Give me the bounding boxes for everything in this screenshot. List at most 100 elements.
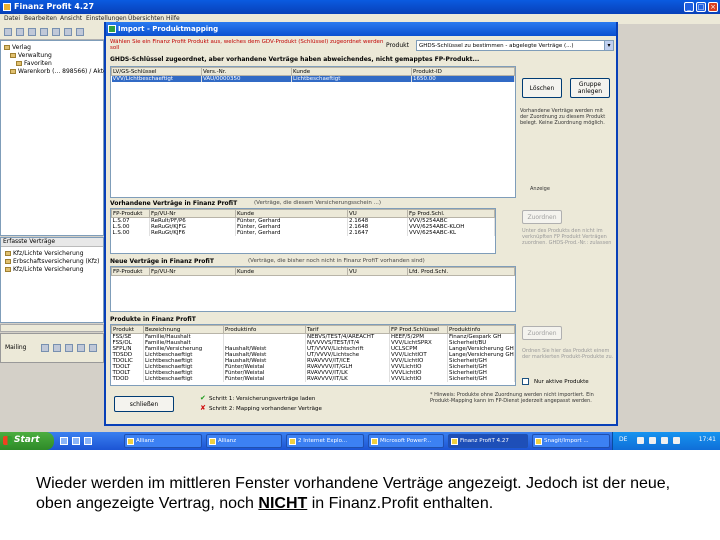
tree-item[interactable]: Warenkorb (... 898566) / Akte: [10, 68, 107, 75]
dialog-titlebar[interactable]: Import - Produktmapping: [106, 22, 616, 36]
taskbar-item[interactable]: Snagit/Import ...: [532, 434, 610, 448]
column-header[interactable]: FP Prod.Schlüssel: [389, 325, 448, 334]
column-header[interactable]: Bezeichnung: [143, 325, 224, 334]
taskbar-item-active[interactable]: Finanz ProfiT 4.27: [448, 434, 528, 448]
document-icon: [5, 267, 11, 272]
taskbar-item[interactable]: Microsoft PowerP...: [368, 434, 444, 448]
main-window-titlebar[interactable]: Finanz Profit 4.27 _ □ ×: [0, 0, 720, 14]
grid-existing-contracts[interactable]: FP-Produkt Fp/VU-Nr Kunde VU Fp Prod.Sch…: [110, 208, 496, 254]
help-icon[interactable]: [76, 28, 84, 36]
grid-mapped-contracts[interactable]: LV/GS-Schlüssel Vers.-Nr. Kunde Produkt-…: [110, 66, 516, 198]
import-icon: [108, 25, 116, 33]
column-header[interactable]: LV/GS-Schlüssel: [111, 67, 202, 76]
tree-item[interactable]: Verlag: [4, 44, 31, 51]
menu-hilfe[interactable]: Hilfe: [166, 15, 180, 22]
taskbar-item[interactable]: 2 Internet Explo...: [286, 434, 364, 448]
close-dialog-button[interactable]: schließen: [114, 396, 174, 412]
clock: 17:41: [698, 436, 716, 443]
active-products-checkbox[interactable]: [522, 378, 529, 385]
grid-icon[interactable]: [77, 344, 85, 352]
table-row[interactable]: VVV/Lichtbeschaeftigt VAU/0000350 Lichtb…: [111, 75, 515, 82]
save-icon[interactable]: [28, 28, 36, 36]
product-select[interactable]: GHDS-Schlüssel zu bestimmen - abgelegte …: [416, 40, 614, 51]
refresh-icon[interactable]: [64, 28, 72, 36]
column-header[interactable]: Kunde: [235, 267, 348, 276]
import-dialog: Import - Produktmapping Wählen Sie ein F…: [104, 22, 618, 426]
grid-products[interactable]: Produkt Bezeichnung Produktinfo Tarif FP…: [110, 324, 516, 386]
app-icon: [3, 3, 11, 11]
column-header[interactable]: VU: [347, 267, 408, 276]
column-header[interactable]: Produkt: [111, 325, 144, 334]
delete-button[interactable]: Löschen: [522, 78, 562, 98]
column-header[interactable]: FP-Produkt: [111, 209, 150, 218]
section-title-existing: Vorhandene Verträge in Finanz ProfiT: [110, 200, 238, 207]
menu-uebersichten[interactable]: Übersichten: [128, 15, 164, 22]
side-note-products: Ordnen Sie hier das Produkt einem der ma…: [522, 348, 614, 360]
taskbar-item[interactable]: Allianz: [206, 434, 282, 448]
window-icon: [127, 438, 134, 445]
column-header[interactable]: Fp Prod.Schl.: [407, 209, 495, 218]
open-icon[interactable]: [16, 28, 24, 36]
tree-item[interactable]: Verwaltung: [10, 52, 52, 59]
section-title-mapped: GHDS-Schlüssel zugeordnet, aber vorhande…: [110, 56, 480, 63]
window-icon: [451, 438, 458, 445]
volume-icon[interactable]: [673, 437, 680, 444]
language-indicator[interactable]: DE: [619, 436, 627, 443]
column-header[interactable]: FP-Produkt: [111, 267, 150, 276]
create-group-button[interactable]: Gruppe anlegen: [570, 78, 610, 98]
column-header[interactable]: Vers.-Nr.: [201, 67, 292, 76]
tray-icon[interactable]: [661, 437, 668, 444]
step-1: ✔ Schritt 1: Versicherungsverträge laden: [200, 394, 316, 402]
column-header[interactable]: Kunde: [291, 67, 412, 76]
quicklaunch-icon[interactable]: [60, 437, 68, 445]
side-note-mapping: Vorhandene Verträge werden mit der Zuord…: [520, 108, 606, 126]
navigation-tree[interactable]: Verlag Verwaltung Favoriten Warenkorb (.…: [0, 40, 107, 236]
assign-button-products[interactable]: Zuordnen: [522, 326, 562, 340]
mailing-tab[interactable]: Mailing: [5, 344, 26, 351]
table-row[interactable]: TDOD Lichtbeschaeftigt Fünter/Weistal RVAVV…: [111, 376, 515, 382]
menu-datei[interactable]: Datei: [4, 15, 20, 22]
column-header[interactable]: Kunde: [235, 209, 348, 218]
column-header[interactable]: Produkt-ID: [411, 67, 515, 76]
close-button[interactable]: ×: [708, 2, 718, 12]
tree-item[interactable]: Favoriten: [16, 60, 52, 67]
forward-icon[interactable]: [53, 344, 61, 352]
grid-new-contracts[interactable]: FP-Produkt Fp/VU-Nr Kunde VU Lfd. Prod.S…: [110, 266, 516, 312]
contract-item[interactable]: Kfz/Lichte Versicherung: [5, 250, 84, 257]
minimize-button[interactable]: _: [684, 2, 694, 12]
system-tray: DE 17:41: [612, 432, 720, 450]
search-icon[interactable]: [52, 28, 60, 36]
horizontal-scrollbar[interactable]: [0, 324, 104, 332]
maximize-button[interactable]: □: [696, 2, 706, 12]
taskbar-item[interactable]: Allianz: [124, 434, 202, 448]
new-icon[interactable]: [4, 28, 12, 36]
column-header[interactable]: Lfd. Prod.Schl.: [407, 267, 515, 276]
dialog-title: Import - Produktmapping: [118, 25, 219, 33]
menu-einstellungen[interactable]: Einstellungen: [86, 15, 127, 22]
chevron-down-icon[interactable]: ▾: [604, 41, 613, 50]
contract-item[interactable]: Erbschaftsversicherung (Kfz): [5, 258, 99, 265]
back-icon[interactable]: [41, 344, 49, 352]
quicklaunch-icon[interactable]: [84, 437, 92, 445]
contract-item[interactable]: Kfz/Lichte Versicherung: [5, 266, 84, 273]
tray-icon[interactable]: [649, 437, 656, 444]
product-label: Produkt: [386, 42, 409, 49]
tray-icon[interactable]: [637, 437, 644, 444]
start-button[interactable]: Start: [0, 432, 54, 450]
assign-button-existing[interactable]: Zuordnen: [522, 210, 562, 224]
print-icon[interactable]: [89, 344, 97, 352]
column-header[interactable]: Fp/VU-Nr: [149, 267, 236, 276]
quicklaunch-icon[interactable]: [72, 437, 80, 445]
list-icon[interactable]: [65, 344, 73, 352]
print-icon[interactable]: [40, 28, 48, 36]
column-header[interactable]: VU: [347, 209, 408, 218]
menu-bearbeiten[interactable]: Bearbeiten: [24, 15, 57, 22]
table-row[interactable]: L.S.00 ReRuGt/KJF6 Fünter, Gerhard 2.1647 VV…: [111, 230, 495, 236]
column-header[interactable]: Fp/VU-Nr: [149, 209, 236, 218]
section-title-products: Produkte in Finanz ProfiT: [110, 316, 196, 323]
checkmark-icon: ✔: [200, 394, 206, 402]
column-header[interactable]: Produktinfo: [223, 325, 306, 334]
column-header[interactable]: Produktinfo: [447, 325, 515, 334]
column-header[interactable]: Tarif: [305, 325, 390, 334]
menu-ansicht[interactable]: Ansicht: [60, 15, 82, 22]
